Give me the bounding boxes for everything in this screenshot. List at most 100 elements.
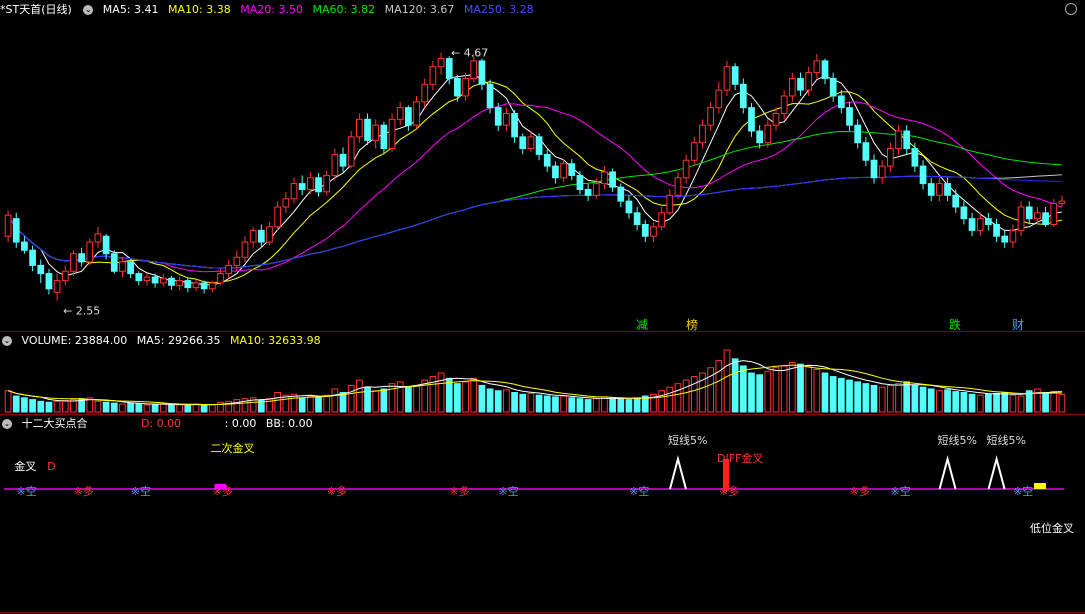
volume-bar (1042, 392, 1049, 413)
signal-label: DIFF金叉 (717, 451, 763, 465)
candle-body (110, 253, 118, 272)
candle-body (895, 130, 902, 150)
candle-body (241, 241, 249, 258)
candle-body (690, 142, 698, 161)
candle-body (960, 206, 968, 220)
candle-body (952, 194, 960, 208)
volume-bar (552, 396, 559, 413)
volume-bar (666, 386, 674, 413)
candle-body (290, 183, 298, 200)
candle-body (266, 226, 273, 243)
candle-body (127, 261, 134, 275)
candle-body (715, 89, 723, 109)
candle-body (944, 183, 951, 196)
volume-bar (952, 391, 960, 413)
volume-bar (184, 404, 192, 413)
volume-bar (192, 403, 200, 413)
volume-bar (846, 379, 853, 413)
volume-bar (290, 393, 298, 413)
candle-body (45, 273, 53, 290)
candle-body (208, 282, 216, 290)
volume-bar (903, 381, 911, 413)
candle-body (576, 174, 584, 190)
volume-bar (805, 365, 813, 413)
candle-body (568, 163, 576, 176)
signal-marker: ※空 (16, 484, 36, 498)
volume-bar (985, 393, 992, 413)
signal-marker: ※多 (449, 484, 469, 498)
volume-bar (274, 392, 282, 413)
volume-bar (592, 398, 600, 413)
event-label: 财 (1012, 318, 1024, 332)
candle-body (511, 112, 518, 138)
candle-body (666, 194, 674, 214)
candle-body (870, 159, 878, 179)
candle-body (257, 229, 265, 243)
candle-body (486, 83, 494, 109)
candle-body (739, 83, 747, 109)
candle-body (86, 241, 94, 263)
volume-bar (968, 393, 976, 413)
volume-bar (61, 399, 69, 413)
high-price-label: ← 4.67 (451, 47, 488, 60)
candle-body (878, 165, 886, 179)
candle-body (797, 77, 804, 91)
volume-bar (331, 388, 339, 413)
volume-bar (739, 365, 747, 413)
candle-body (102, 235, 110, 255)
volume-bar (1017, 395, 1025, 413)
volume-bar (1001, 392, 1009, 413)
volume-bar (233, 399, 241, 413)
candle-body (1017, 206, 1025, 231)
candle-body (805, 72, 813, 91)
candle-body (200, 282, 208, 290)
volume-bar (53, 400, 61, 413)
candle-body (1050, 202, 1058, 226)
ma20-line (7, 101, 1063, 273)
chart-canvas[interactable]: ← 4.67← 2.55减榜跌财※空 ※多 ※空 ※多 ※多 ※多 ※空 ※空 ※多 ※多 ※空 ※空… (0, 0, 1085, 614)
volume-bar (372, 390, 380, 413)
candle-body (543, 153, 551, 167)
candle-body (519, 136, 527, 150)
candle-body (396, 107, 404, 120)
volume-bar (315, 396, 322, 413)
volume-bar (462, 381, 469, 413)
volume-bar (1058, 393, 1066, 413)
candle-body (364, 118, 371, 141)
volume-bar (936, 390, 943, 413)
volume-bar (919, 386, 927, 413)
candle-body (176, 280, 183, 286)
volume-bar (503, 389, 510, 413)
volume-bar (535, 394, 543, 413)
signal-label: 二次金叉 (210, 441, 254, 455)
candle-body (135, 273, 143, 282)
volume-bar (437, 372, 445, 413)
second-cross-bar (214, 484, 227, 489)
candle-body (1009, 229, 1017, 243)
candle-body (306, 177, 314, 190)
candle-body (846, 107, 853, 126)
volume-bar (854, 381, 862, 413)
volume-bar (45, 401, 53, 413)
candle-body (388, 118, 396, 150)
short-term-marker (668, 455, 687, 490)
candle-body (356, 118, 363, 138)
volume-bar (707, 367, 714, 413)
ma10-line (7, 81, 1063, 284)
candle-body (217, 273, 224, 284)
candle-body (584, 188, 592, 196)
candle-body (347, 136, 355, 167)
candle-body (1001, 235, 1009, 243)
candle-body (159, 277, 167, 284)
volume-bar (405, 386, 412, 413)
volume-bar (911, 384, 919, 413)
candle-body (282, 198, 290, 208)
signal-label: 短线5% (938, 433, 977, 447)
volume-bar (127, 402, 134, 413)
volume-bar (511, 392, 518, 413)
candle-body (70, 253, 77, 272)
volume-bar (527, 392, 535, 413)
volume-bar (306, 395, 314, 413)
volume-bar (748, 372, 755, 413)
candle-body (650, 226, 657, 237)
